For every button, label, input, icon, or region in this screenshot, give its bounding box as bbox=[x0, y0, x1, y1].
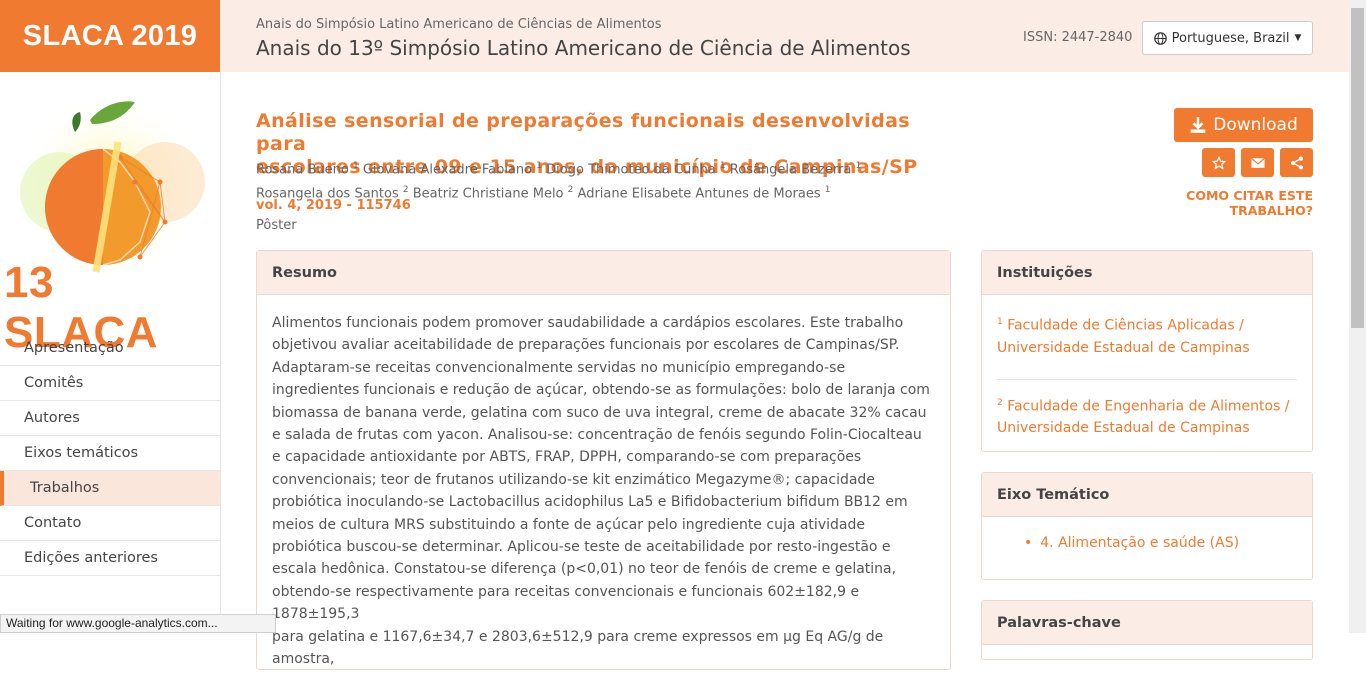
author-affiliation: 1 bbox=[536, 161, 543, 171]
header-subtitle[interactable]: Anais do Simpósio Latino Americano de Ci… bbox=[256, 17, 662, 32]
author-name: Beatriz Christiane Melo bbox=[412, 186, 564, 202]
nav-item-eixos-tematicos[interactable]: Eixos temáticos bbox=[0, 436, 220, 471]
institutions-panel: Instituições 1 Faculdade de Ciências Apl… bbox=[981, 250, 1313, 452]
abstract-line: meios de cultura MRS substituindo a font… bbox=[272, 516, 865, 533]
nav-item-contato[interactable]: Contato bbox=[0, 506, 220, 541]
author-affiliation: 1 bbox=[352, 161, 359, 171]
abstract-line: e salada de frutas com yacon. Analisou-s… bbox=[272, 427, 922, 444]
nav-item-autores[interactable]: Autores bbox=[0, 401, 220, 436]
sidebar-nav: Apresentação Comitês Autores Eixos temát… bbox=[0, 331, 220, 576]
author-name: Giovana Alexadre Fabiano bbox=[362, 162, 533, 178]
email-button[interactable] bbox=[1241, 148, 1274, 177]
volume-info: vol. 4, 2019 - 115746 bbox=[256, 198, 411, 213]
author-affiliation: 2 bbox=[567, 185, 574, 196]
abstract-panel: Resumo Alimentos funcionais podem promov… bbox=[256, 250, 951, 670]
cite-link[interactable]: COMO CITAR ESTE TRABALHO? bbox=[1111, 188, 1313, 218]
nav-item-comites[interactable]: Comitês bbox=[0, 366, 220, 401]
brand-title[interactable]: SLACA 2019 bbox=[0, 0, 220, 72]
header-title[interactable]: Anais do 13º Simpósio Latino Americano d… bbox=[256, 36, 911, 60]
page-header: Anais do Simpósio Latino Americano de Ci… bbox=[221, 0, 1366, 72]
share-icon bbox=[1290, 156, 1303, 169]
author-affiliation: 2 bbox=[402, 185, 409, 196]
theme-item-label: 4. Alimentação e saúde (AS) bbox=[1040, 535, 1240, 551]
abstract-line: probiótica inoculando-se Lactobacillus a… bbox=[272, 494, 908, 511]
author-name: Adriane Elisabete Antunes de Moraes bbox=[577, 186, 821, 202]
author-affiliation: 1 bbox=[824, 185, 831, 196]
issn-label: ISSN: 2447-2840 bbox=[1023, 30, 1133, 45]
share-button[interactable] bbox=[1280, 148, 1313, 177]
main-content: Análise sensorial de preparações funcion… bbox=[221, 72, 1349, 670]
institution-line: Faculdade de Ciências Aplicadas / bbox=[1007, 317, 1244, 334]
abstract-line: ingredientes funcionais e redução de açú… bbox=[272, 382, 930, 399]
theme-item[interactable]: • 4. Alimentação e saúde (AS) bbox=[982, 517, 1312, 551]
institutions-heading: Instituições bbox=[982, 251, 1312, 295]
abstract-line: para gelatina e 1167,6±34,7 e 2803,6±512… bbox=[272, 628, 884, 668]
nav-item-apresentacao[interactable]: Apresentação bbox=[0, 331, 220, 366]
abstract-line: Adaptaram-se receitas convencionalmente … bbox=[272, 359, 846, 376]
abstract-line: convencionais; teor de frutanos utilizan… bbox=[272, 471, 875, 488]
author-name: Rosângela Bezerra bbox=[729, 162, 852, 178]
caret-down-icon: ▼ bbox=[1294, 33, 1302, 43]
article-title-line-1: Análise sensorial de preparações funcion… bbox=[256, 110, 911, 155]
abstract-body: Alimentos funcionais podem promover saud… bbox=[257, 295, 950, 688]
nav-item-trabalhos[interactable]: Trabalhos bbox=[0, 471, 220, 506]
abstract-line: Alimentos funcionais podem promover saud… bbox=[272, 315, 904, 331]
author-affiliation: 1 bbox=[719, 161, 726, 171]
favorite-button[interactable] bbox=[1202, 148, 1235, 177]
institution-line: Universidade Estadual de Campinas bbox=[997, 339, 1250, 356]
institution-line: Universidade Estadual de Campinas bbox=[997, 420, 1250, 437]
browser-status-bar: Waiting for www.google-analytics.com... bbox=[0, 614, 276, 633]
institution-line: Faculdade de Engenharia de Alimentos / bbox=[1007, 398, 1290, 415]
divider bbox=[997, 378, 1297, 380]
sidebar: SLACA 2019 13 SLACA Apresentação Comitês… bbox=[0, 0, 221, 633]
envelope-icon bbox=[1250, 157, 1265, 168]
bullet-icon: • bbox=[1024, 535, 1033, 551]
abstract-line: probiótica buscou-se determinar. Aplicou… bbox=[272, 539, 891, 556]
event-logo[interactable]: 13 SLACA bbox=[0, 72, 220, 357]
author-affiliation: 1 bbox=[855, 161, 862, 171]
author-name: Rosana Bueno bbox=[256, 162, 349, 178]
author-name: Diogo Thimoteo da Cunha bbox=[546, 162, 716, 178]
presentation-type: Pôster bbox=[256, 218, 297, 233]
download-label: Download bbox=[1213, 115, 1298, 135]
institution-number: 1 bbox=[997, 317, 1003, 327]
globe-icon bbox=[1153, 31, 1167, 45]
scrollbar-thumb[interactable] bbox=[1351, 8, 1364, 328]
keywords-heading: Palavras-chave bbox=[982, 601, 1312, 645]
abstract-line: e capacidade antioxidante por ABTS, FRAP… bbox=[272, 449, 862, 466]
theme-heading: Eixo Temático bbox=[982, 473, 1312, 517]
language-dropdown[interactable]: Portuguese, Brazil ▼ bbox=[1142, 21, 1313, 55]
download-icon bbox=[1190, 117, 1206, 133]
abstract-heading: Resumo bbox=[257, 251, 950, 295]
institution-number: 2 bbox=[997, 397, 1003, 408]
abstract-line: obtendo-se respectivamente para receitas… bbox=[272, 583, 860, 623]
theme-panel: Eixo Temático • 4. Alimentação e saúde (A… bbox=[981, 472, 1313, 580]
institution-link-2[interactable]: 2 Faculdade de Engenharia de Alimentos /… bbox=[997, 392, 1297, 460]
keywords-panel: Palavras-chave bbox=[981, 600, 1313, 660]
page-scrollbar[interactable] bbox=[1349, 0, 1366, 633]
star-icon bbox=[1211, 155, 1226, 170]
institution-link-1[interactable]: 1 Faculdade de Ciências Aplicadas / Univ… bbox=[997, 311, 1297, 379]
nav-item-edicoes-anteriores[interactable]: Edições anteriores bbox=[0, 541, 220, 576]
abstract-line: objetivou avaliar aceitabilidade de prep… bbox=[272, 337, 900, 354]
download-button[interactable]: Download bbox=[1174, 108, 1313, 142]
language-label: Portuguese, Brazil bbox=[1171, 30, 1290, 46]
abstract-line: biomassa de banana verde, gelatina com s… bbox=[272, 404, 927, 421]
abstract-line: escala hedônica. Constatou-se diferença … bbox=[272, 561, 897, 578]
